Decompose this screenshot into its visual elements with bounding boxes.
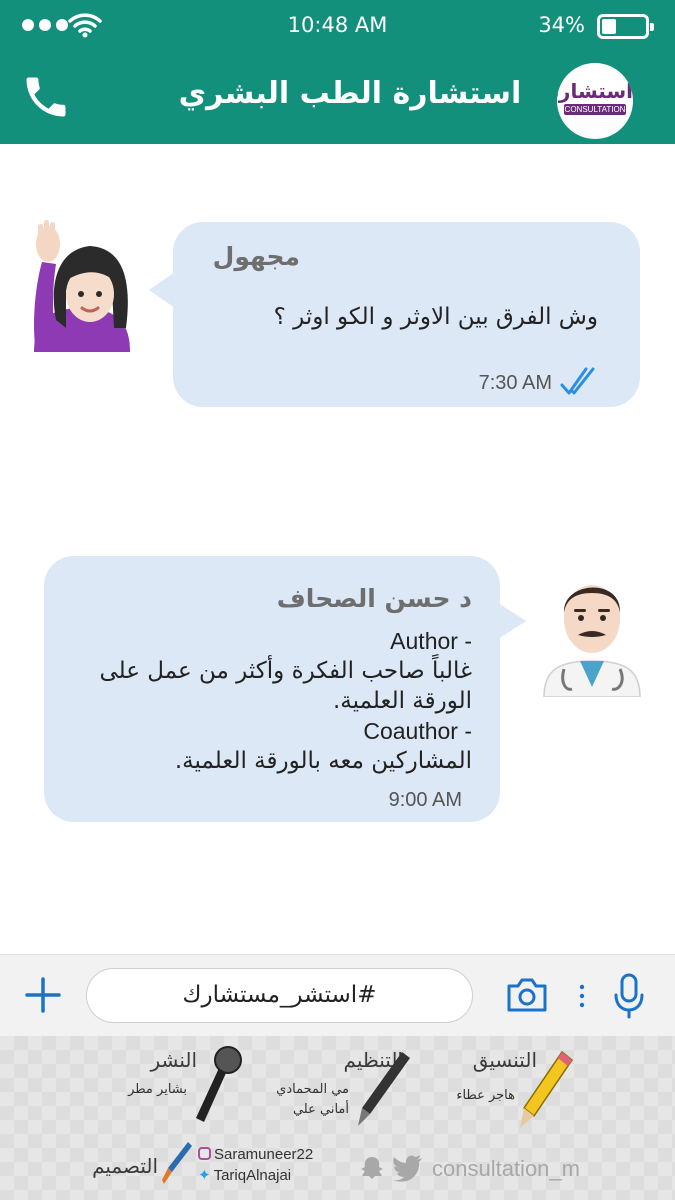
- pencil-credit-icon: [520, 1050, 574, 1128]
- credit-name: بشاير مطر: [128, 1082, 187, 1097]
- doctor-avatar: [543, 585, 641, 697]
- paintbrush-credit-icon: [162, 1142, 192, 1184]
- message-bubble-incoming[interactable]: مجهول وش الفرق بين الاوثر و الكو اوثر ؟ …: [149, 222, 640, 407]
- instagram-icon: [198, 1147, 211, 1160]
- logo-text: استشارة: [557, 79, 633, 103]
- phone-icon[interactable]: [20, 69, 72, 125]
- microphone-credit-icon: [196, 1046, 242, 1122]
- credit-name: أماني علي: [292, 1102, 349, 1117]
- twitter-brand-icon: [393, 1155, 422, 1182]
- status-bar: 10:48 AM 34%: [0, 0, 675, 52]
- battery-icon: [597, 14, 654, 39]
- woman-raising-hand-avatar: [34, 220, 130, 352]
- brand-handle[interactable]: consultation_m: [432, 1156, 580, 1182]
- message-bubble-reply[interactable]: د حسن الصحاف Author - غالباً صاحب الفكرة…: [44, 556, 526, 822]
- credit-role-design: التصميم: [92, 1154, 158, 1178]
- message-line: Coauthor -: [363, 718, 472, 744]
- add-attachment-icon[interactable]: [24, 976, 62, 1014]
- message-sender: د حسن الصحاف: [276, 584, 472, 613]
- consultation-logo: استشارة CONSULTATION: [557, 63, 633, 139]
- credits-footer: النشر بشاير مطر التنظيم مي المحمادي أمان…: [0, 1036, 675, 1200]
- message-text: وش الفرق بين الاوثر و الكو اوثر ؟: [273, 304, 598, 330]
- message-line: المشاركين معه بالورقة العلمية.: [174, 748, 472, 774]
- message-sender: مجهول: [212, 242, 300, 271]
- logo-subtext: CONSULTATION: [564, 104, 626, 115]
- credit-name: مي المحمادي: [276, 1082, 349, 1097]
- message-line: الورقة العلمية.: [332, 688, 472, 714]
- twitter-icon: ✦: [198, 1167, 211, 1184]
- credit-name: هاجر عطاء: [456, 1088, 515, 1103]
- twitter-handle[interactable]: ✦ TariqAlnajai: [198, 1166, 291, 1184]
- camera-icon[interactable]: [505, 977, 549, 1013]
- message-time: 7:30 AM: [478, 372, 552, 394]
- message-time: 9:00 AM: [388, 789, 462, 811]
- microphone-icon[interactable]: [612, 973, 646, 1019]
- more-options-icon[interactable]: [578, 984, 586, 1008]
- instagram-handle[interactable]: Saramuneer22: [198, 1146, 313, 1163]
- snapchat-icon: [361, 1157, 383, 1179]
- message-text: Author - غالباً صاحب الفكرة وأكثر من عمل…: [52, 626, 472, 776]
- message-input-bar: #استشر_مستشارك: [0, 954, 675, 1036]
- read-receipt-icon: [560, 367, 595, 395]
- message-line: Author -: [390, 628, 472, 654]
- chat-header: استشارة الطب البشري استشارة CONSULTATION: [0, 52, 675, 144]
- battery-percent: 34%: [538, 13, 585, 37]
- message-line: غالباً صاحب الفكرة وأكثر من عمل على: [99, 658, 472, 684]
- page-title: استشارة الطب البشري: [178, 76, 522, 111]
- pen-credit-icon: [358, 1052, 410, 1126]
- message-input[interactable]: #استشر_مستشارك: [86, 968, 473, 1023]
